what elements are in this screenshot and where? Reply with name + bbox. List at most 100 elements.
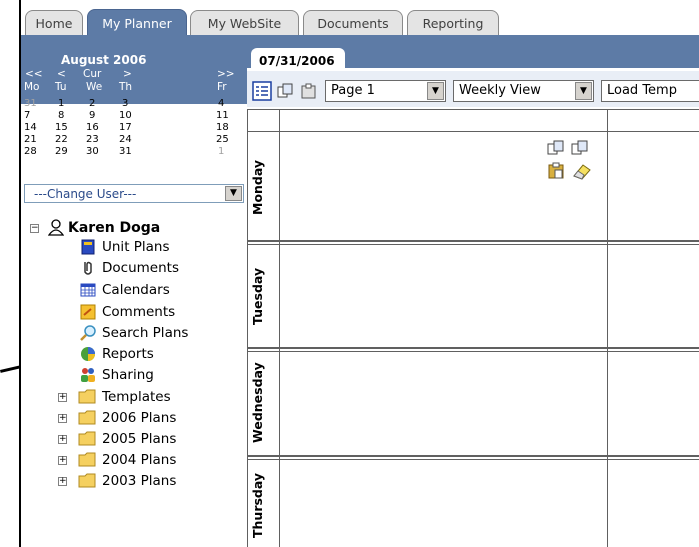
calendar-day[interactable]: 3	[122, 98, 128, 109]
load-template-select[interactable]: Load Temp	[601, 80, 699, 102]
folder-icon	[78, 431, 96, 446]
tree-folder-2004-plans[interactable]: 2004 Plans	[102, 452, 176, 468]
paperclip-icon	[84, 261, 92, 275]
tab-my-website[interactable]: My WebSite	[190, 10, 299, 36]
calendar-day[interactable]: 15	[55, 122, 68, 133]
tree-folder-2006-plans[interactable]: 2006 Plans	[102, 410, 176, 426]
grid-line	[247, 459, 699, 460]
view-select[interactable]: Weekly View ▼	[453, 80, 594, 102]
expand-icon[interactable]: +	[58, 414, 67, 423]
tree-item-reports[interactable]: Reports	[102, 346, 154, 362]
page-select[interactable]: Page 1 ▼	[325, 80, 446, 102]
people-icon	[81, 368, 95, 382]
tree-item-documents[interactable]: Documents	[102, 260, 179, 276]
expand-icon[interactable]: +	[58, 435, 67, 444]
calendar-dow-mo: Mo	[24, 81, 40, 93]
calendar-day[interactable]: 1	[58, 98, 64, 109]
calendar-day[interactable]: 1	[218, 146, 224, 157]
calendar-dow-tu: Tu	[55, 81, 67, 93]
copy-all-icon[interactable]	[571, 140, 591, 157]
tree-user-name[interactable]: Karen Doga	[68, 220, 160, 236]
calendar-day[interactable]: 2	[89, 98, 95, 109]
tree-item-comments[interactable]: Comments	[102, 304, 175, 320]
calendar-day[interactable]: 28	[24, 146, 37, 157]
calendar-day[interactable]: 23	[86, 134, 99, 145]
tab-my-website-label: My WebSite	[207, 16, 282, 31]
grid-line	[247, 131, 699, 132]
tree-item-calendars[interactable]: Calendars	[102, 282, 170, 298]
chevron-down-icon[interactable]: ▼	[427, 82, 444, 100]
tab-reporting-label: Reporting	[422, 16, 484, 31]
calendar-day[interactable]: 24	[119, 134, 132, 145]
calendar-day[interactable]: 31	[24, 98, 37, 109]
tab-documents-label: Documents	[317, 16, 389, 31]
calendar-day[interactable]: 31	[119, 146, 132, 157]
tree-folder-2003-plans[interactable]: 2003 Plans	[102, 473, 176, 489]
calendar-day[interactable]: 17	[119, 122, 132, 133]
main-tab-strip: Home My Planner My WebSite Documents Rep…	[21, 0, 699, 37]
calendar-day[interactable]: 21	[24, 134, 37, 145]
calendar-day[interactable]: 16	[86, 122, 99, 133]
calendar-prev-year-link[interactable]: <<	[25, 68, 43, 80]
grid-line	[247, 109, 248, 547]
tab-my-planner-label: My Planner	[102, 16, 172, 31]
calendar-current-link[interactable]: Cur	[83, 68, 101, 80]
folder-icon	[78, 389, 96, 404]
calendar-day[interactable]: 14	[24, 122, 37, 133]
planner-date-tab[interactable]: 07/31/2006	[251, 48, 345, 70]
calendar-dow-th: Th	[119, 81, 133, 93]
grid-line	[247, 244, 699, 245]
calendar-day[interactable]: 8	[58, 110, 64, 121]
calendar-day[interactable]: 18	[216, 122, 229, 133]
day-label-monday: Monday	[250, 159, 265, 216]
calendar-day[interactable]: 30	[86, 146, 99, 157]
change-user-value: ---Change User---	[34, 187, 137, 201]
tree-folder-2005-plans[interactable]: 2005 Plans	[102, 431, 176, 447]
grid-line	[247, 455, 699, 457]
magnifier-icon	[80, 325, 96, 341]
note-icon	[80, 304, 96, 320]
folder-icon	[78, 452, 96, 467]
calendar-dow-we: We	[86, 81, 103, 93]
calendar-day[interactable]: 9	[89, 110, 95, 121]
chevron-down-icon[interactable]: ▼	[225, 186, 242, 201]
calendar-day[interactable]: 29	[55, 146, 68, 157]
expand-icon[interactable]: +	[58, 477, 67, 486]
calendar-day[interactable]: 10	[119, 110, 132, 121]
tab-home[interactable]: Home	[25, 10, 83, 36]
pie-chart-icon	[81, 347, 95, 361]
day-label-wednesday: Wednesday	[250, 362, 265, 444]
calendar-day[interactable]: 11	[216, 110, 229, 121]
calendar-icon	[80, 283, 96, 297]
load-template-select-value: Load Temp	[607, 83, 677, 98]
tree-item-unit-plans[interactable]: Unit Plans	[102, 239, 170, 255]
tab-reporting[interactable]: Reporting	[407, 10, 499, 36]
list-view-icon[interactable]	[252, 81, 272, 101]
paste-icon[interactable]	[300, 83, 318, 100]
expand-icon[interactable]: +	[58, 456, 67, 465]
copy-icon[interactable]	[547, 140, 567, 157]
tree-item-search-plans[interactable]: Search Plans	[102, 325, 188, 341]
tree-item-sharing[interactable]: Sharing	[102, 367, 154, 383]
collapse-icon[interactable]: −	[30, 224, 39, 233]
calendar-month-title: August 2006	[61, 53, 147, 67]
chevron-down-icon[interactable]: ▼	[575, 82, 592, 100]
calendar-day[interactable]: 7	[24, 110, 30, 121]
eraser-icon[interactable]	[571, 162, 593, 180]
calendar-day[interactable]: 25	[216, 134, 229, 145]
user-icon	[48, 219, 64, 236]
calendar-day[interactable]: 22	[55, 134, 68, 145]
day-label-tuesday: Tuesday	[250, 267, 265, 325]
tab-documents[interactable]: Documents	[303, 10, 403, 36]
page-select-value: Page 1	[331, 83, 375, 98]
expand-icon[interactable]: +	[58, 393, 67, 402]
calendar-prev-month-link[interactable]: <	[57, 68, 66, 80]
grid-line	[247, 240, 699, 242]
calendar-next-month-link[interactable]: >	[123, 68, 132, 80]
copy-icon[interactable]	[277, 83, 295, 100]
calendar-next-year-link[interactable]: >>	[217, 68, 235, 80]
tab-my-planner[interactable]: My Planner	[87, 9, 187, 37]
tree-folder-templates[interactable]: Templates	[102, 389, 171, 405]
calendar-day[interactable]: 4	[218, 98, 224, 109]
paste-icon[interactable]	[547, 162, 567, 180]
